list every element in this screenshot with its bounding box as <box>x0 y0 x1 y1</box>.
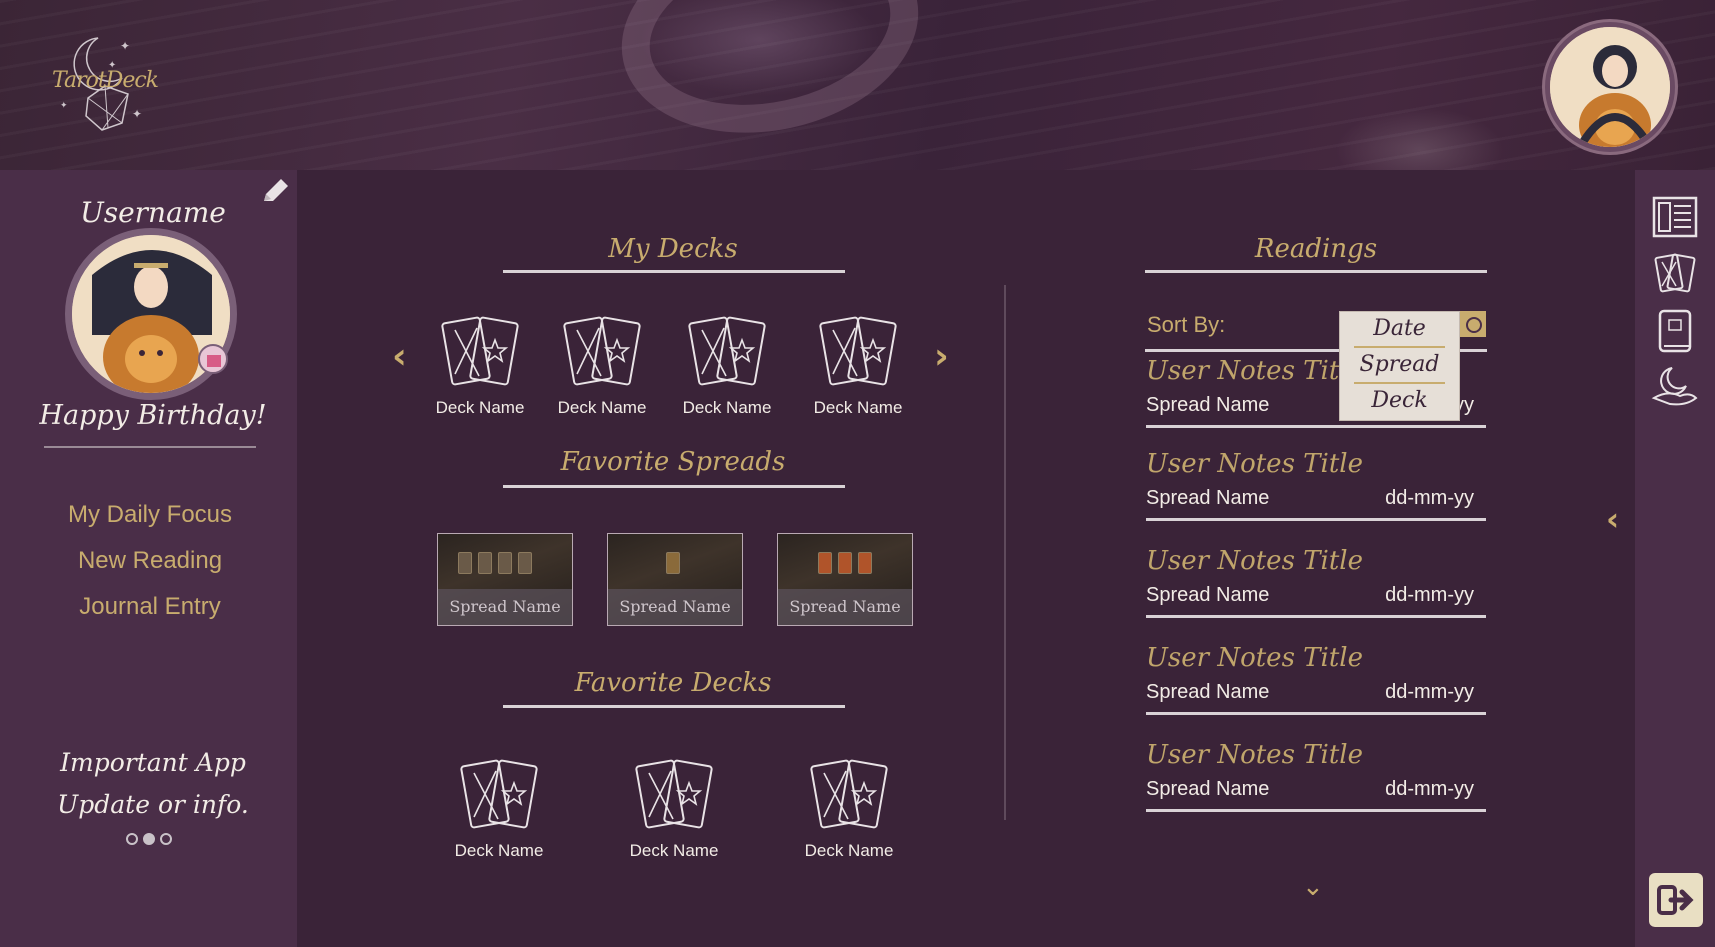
carousel-dot[interactable] <box>126 833 138 845</box>
birthday-greeting: Happy Birthday! <box>39 400 267 431</box>
deck-item[interactable]: Deck Name <box>444 755 554 861</box>
reading-date: dd-mm-yy <box>1385 778 1474 800</box>
logout-button[interactable] <box>1649 873 1703 927</box>
spread-card[interactable]: Spread Name <box>437 533 573 626</box>
readings-title: Readings <box>1254 234 1378 264</box>
deck-item[interactable]: Deck Name <box>547 312 657 418</box>
sort-dropdown-toggle[interactable] <box>1460 311 1486 337</box>
deck-item[interactable]: Deck Name <box>794 755 904 861</box>
tarot-deck-icon <box>688 316 766 386</box>
tarot-deck-icon <box>441 316 519 386</box>
carousel-dots <box>126 830 176 846</box>
layout-icon[interactable] <box>1650 192 1700 242</box>
deck-name: Deck Name <box>813 398 903 417</box>
profile-avatar[interactable] <box>65 228 237 400</box>
carousel-dot[interactable] <box>160 833 172 845</box>
sort-option-date[interactable]: Date <box>1340 312 1459 346</box>
nav-new-reading[interactable]: New Reading <box>0 538 300 584</box>
birthday-gift-icon <box>198 344 228 374</box>
left-nav: My Daily Focus New Reading Journal Entry <box>0 492 300 630</box>
reading-divider <box>1146 425 1486 428</box>
tarot-cards-icon[interactable] <box>1650 248 1700 298</box>
spread-card[interactable]: Spread Name <box>777 533 913 626</box>
sort-dropdown-menu: Date Spread Deck <box>1339 311 1460 421</box>
reading-divider <box>1146 809 1486 812</box>
reading-date: dd-mm-yy <box>1385 681 1474 703</box>
reading-date: dd-mm-yy <box>1385 487 1474 509</box>
deck-name: Deck Name <box>557 398 647 417</box>
carousel-dot-active[interactable] <box>143 833 155 845</box>
reading-notes-title: User Notes Title <box>1146 449 1363 479</box>
reading-notes-title: User Notes Title <box>1146 643 1363 673</box>
reading-entry[interactable]: User Notes Title Spread Name dd-mm-yy <box>1146 449 1486 521</box>
deck-item[interactable]: Deck Name <box>425 312 535 418</box>
greeting-divider <box>44 446 256 448</box>
info-line-1: Important App <box>60 748 246 777</box>
reading-entry[interactable]: User Notes Title Spread Name dd-mm-yy <box>1146 546 1486 618</box>
tarot-deck-icon <box>563 316 641 386</box>
my-decks-title: My Decks <box>608 234 738 264</box>
chevron-down-icon[interactable]: ⌄ <box>1302 872 1324 902</box>
sort-option-spread[interactable]: Spread <box>1340 348 1459 382</box>
spread-name: Spread Name <box>778 589 912 625</box>
info-banner[interactable]: Important App Update or info. <box>0 742 306 826</box>
svg-text:✦: ✦ <box>120 39 130 53</box>
reading-entry[interactable]: User Notes Title Spread Name dd-mm-yy <box>1146 643 1486 715</box>
reading-spread-name: Spread Name <box>1146 394 1270 416</box>
deck-item[interactable]: Deck Name <box>672 312 782 418</box>
svg-text:✦: ✦ <box>60 101 68 111</box>
my-decks-next-arrow[interactable]: › <box>934 336 949 377</box>
svg-text:✦: ✦ <box>132 107 142 121</box>
spread-card[interactable]: Spread Name <box>607 533 743 626</box>
sort-option-deck[interactable]: Deck <box>1340 384 1459 418</box>
reading-spread-name: Spread Name <box>1146 584 1270 606</box>
column-divider <box>1004 285 1006 820</box>
sort-by-label: Sort By: <box>1147 312 1226 337</box>
deck-name: Deck Name <box>629 841 719 860</box>
nav-journal-entry[interactable]: Journal Entry <box>0 584 300 630</box>
deck-name: Deck Name <box>454 841 544 860</box>
reading-date: dd-mm-yy <box>1385 584 1474 606</box>
favorite-spreads-underline <box>503 485 845 488</box>
favorite-decks-title: Favorite Decks <box>574 668 772 698</box>
moon-hand-icon[interactable] <box>1650 362 1700 412</box>
readings-underline <box>1145 270 1487 273</box>
reading-entry[interactable]: User Notes Title Spread Name dd-mm-yy <box>1146 740 1486 812</box>
nav-my-daily-focus[interactable]: My Daily Focus <box>0 492 300 538</box>
header-avatar[interactable] <box>1545 22 1675 152</box>
deck-name: Deck Name <box>435 398 525 417</box>
info-line-2: Update or info. <box>57 790 249 819</box>
logo-text: TarotDeck <box>52 68 159 93</box>
my-decks-underline <box>503 270 845 273</box>
header-banner <box>0 0 1715 170</box>
reading-divider <box>1146 615 1486 618</box>
reading-notes-title: User Notes Title <box>1146 546 1363 576</box>
favorite-spreads-title: Favorite Spreads <box>560 447 786 477</box>
collapse-sidebar-arrow[interactable]: ‹ <box>1606 500 1619 538</box>
my-decks-prev-arrow[interactable]: ‹ <box>392 336 407 377</box>
tarot-deck-icon <box>819 316 897 386</box>
deck-name: Deck Name <box>682 398 772 417</box>
tarot-deck-icon <box>635 759 713 829</box>
reading-notes-title: User Notes Title <box>1146 740 1363 770</box>
logout-icon <box>1657 885 1694 915</box>
tarot-deck-icon <box>460 759 538 829</box>
reading-divider <box>1146 518 1486 521</box>
favorite-decks-underline <box>503 705 845 708</box>
deck-item[interactable]: Deck Name <box>803 312 913 418</box>
reading-divider <box>1146 712 1486 715</box>
deck-item[interactable]: Deck Name <box>619 755 729 861</box>
reading-spread-name: Spread Name <box>1146 487 1270 509</box>
deck-name: Deck Name <box>804 841 894 860</box>
tarot-deck-icon <box>810 759 888 829</box>
journal-book-icon[interactable] <box>1650 306 1700 356</box>
spread-name: Spread Name <box>438 589 572 625</box>
reading-spread-name: Spread Name <box>1146 681 1270 703</box>
username: Username <box>80 196 226 229</box>
spread-name: Spread Name <box>608 589 742 625</box>
reading-spread-name: Spread Name <box>1146 778 1270 800</box>
